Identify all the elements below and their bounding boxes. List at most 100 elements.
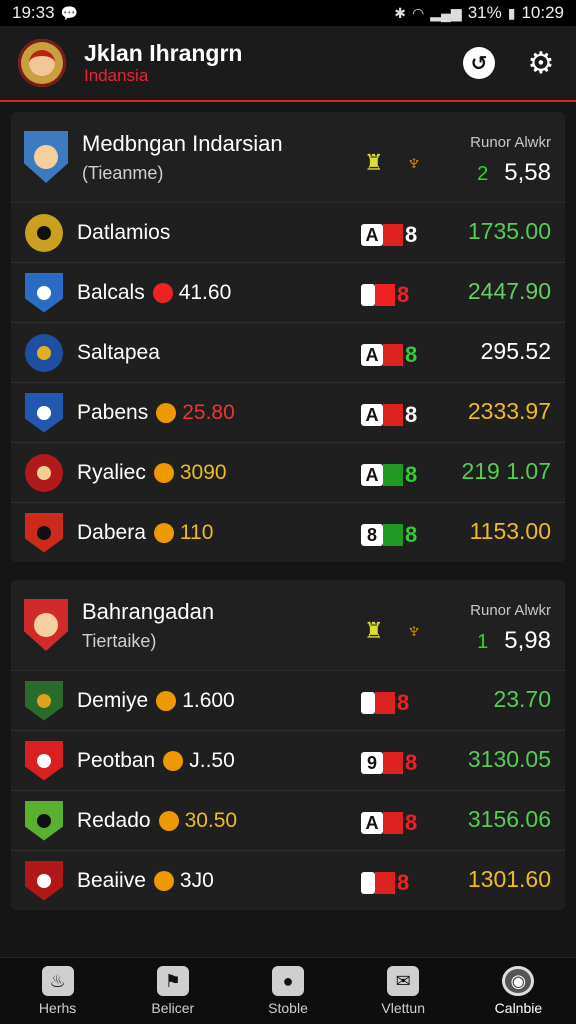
team-score: 2333.97 (467, 398, 551, 424)
form-bar (383, 344, 403, 366)
form-bar (375, 692, 395, 714)
nav-item-inbox[interactable]: ✉ Vlettun (346, 958, 461, 1024)
team-score: 219 1.07 (461, 458, 551, 484)
team-odds: 41.60 (178, 280, 232, 304)
team-badge-icon (25, 453, 63, 492)
team-row[interactable]: Pabens 25.80 A 8 2333.97 (11, 383, 565, 443)
team-name: Balcals (77, 280, 145, 304)
league-crest-icon (24, 599, 68, 651)
league-value: 1 5,98 (470, 627, 551, 655)
team-row[interactable]: Peotban J..50 9 8 3130.05 (11, 731, 565, 791)
league-caption: Runor Alwkr (470, 134, 551, 151)
team-odds: 3J0 (179, 868, 214, 892)
team-name: Ryaliec (77, 460, 146, 484)
form-bar (383, 404, 403, 426)
team-odds: 25.80 (182, 400, 235, 424)
team-badge-icon (25, 860, 63, 901)
team-badge-icon (25, 680, 63, 721)
team-form: 9 8 (361, 750, 417, 776)
team-form: 8 (361, 690, 409, 716)
odds-indicator-icon (152, 282, 173, 303)
team-badge-icon (25, 800, 63, 841)
form-number: 8 (405, 402, 418, 427)
gear-icon: ⚙ (527, 46, 555, 80)
settings-button[interactable]: ⚙ (524, 46, 558, 80)
team-score: 1735.00 (467, 218, 551, 244)
cup-icon: ♆ (405, 618, 423, 643)
search-icon: ↺ (463, 47, 495, 79)
nav-label: Calnbie (494, 1000, 543, 1016)
team-badge-icon (25, 392, 63, 433)
form-symbol (361, 284, 375, 306)
app-title: Jklan Ihrangrn (84, 40, 243, 66)
league-crest-icon (24, 131, 68, 183)
form-number: 8 (397, 690, 410, 715)
search-button[interactable]: ↺ (462, 46, 496, 80)
team-row[interactable]: Datlamios A 8 1735.00 (11, 203, 565, 263)
team-badge-icon (25, 740, 63, 781)
team-row[interactable]: Beaiive 3J0 8 1301.60 (11, 851, 565, 910)
status-time-left: 19:33 (12, 3, 55, 22)
status-time-right: 10:29 (521, 3, 564, 22)
nav-item-fire[interactable]: ♨ Herhs (0, 958, 115, 1024)
team-row[interactable]: Balcals 41.60 8 2447.90 (11, 263, 565, 323)
form-bar (375, 872, 395, 894)
form-number: 8 (397, 870, 410, 895)
odds-indicator-icon (163, 750, 184, 771)
team-score: 23.70 (493, 686, 551, 712)
league-value-number: 5,58 (504, 159, 551, 186)
league-header[interactable]: Medbngan Indarsian (Tieanme) ♜ ♆ Runor A… (11, 112, 565, 203)
team-name: Beaiive (77, 868, 146, 892)
team-row[interactable]: Demiye 1.600 8 23.70 (11, 671, 565, 731)
team-row[interactable]: Dabera 110 8 8 1153.00 (11, 503, 565, 562)
team-odds: 3090 (179, 460, 227, 484)
form-symbol: A (361, 344, 383, 366)
team-form: A 8 (361, 222, 417, 248)
league-header[interactable]: Bahrangadan Tiertaike) ♜ ♆ Runor Alwkr 1… (11, 580, 565, 671)
league-prefix: 1 (477, 631, 489, 653)
team-score: 1301.60 (467, 866, 551, 892)
nav-item-ball[interactable]: ● Stoble (230, 958, 345, 1024)
nav-item-profile[interactable]: ◉ Calnbie (461, 958, 576, 1024)
league-prefix: 2 (477, 163, 489, 185)
team-badge-icon (25, 333, 63, 372)
form-number: 8 (405, 462, 418, 487)
team-form: A 8 (361, 402, 417, 428)
form-bar (383, 464, 403, 486)
team-form: A 8 (361, 810, 417, 836)
bottom-nav: ♨ Herhs ⚑ Belicer ● Stoble ✉ Vlettun ◉ Calnb… (0, 957, 576, 1024)
standings-list[interactable]: Medbngan Indarsian (Tieanme) ♜ ♆ Runor A… (0, 102, 576, 958)
odds-indicator-icon (153, 522, 174, 543)
odds-indicator-icon (153, 870, 174, 891)
flag-icon: ⚑ (156, 966, 189, 996)
team-score: 3130.05 (467, 746, 551, 772)
league-value: 2 5,58 (470, 159, 551, 187)
form-number: 8 (405, 222, 418, 247)
form-symbol: 9 (361, 752, 383, 774)
odds-indicator-icon (158, 810, 179, 831)
league-subtitle: (Tieanme) (82, 162, 164, 183)
team-form: 8 (361, 282, 409, 308)
team-row[interactable]: Redado 30.50 A 8 3156.06 (11, 791, 565, 851)
form-bar (383, 812, 403, 834)
nav-label: Vlettun (381, 1000, 425, 1016)
form-bar (383, 752, 403, 774)
app-subtitle: Indansia (84, 66, 149, 85)
form-symbol (361, 692, 375, 714)
league-section: Bahrangadan Tiertaike) ♜ ♆ Runor Alwkr 1… (11, 580, 565, 910)
team-odds: 30.50 (184, 808, 238, 832)
odds-indicator-icon (156, 690, 177, 711)
team-row[interactable]: Ryaliec 3090 A 8 219 1.07 (11, 443, 565, 503)
wifi-icon: ◠ (412, 4, 425, 21)
league-subtitle: Tiertaike) (82, 630, 157, 651)
nav-item-flag[interactable]: ⚑ Belicer (115, 958, 230, 1024)
bluetooth-icon: ✱ (394, 4, 407, 21)
inbox-icon: ✉ (387, 966, 420, 996)
cup-icon: ♆ (405, 150, 423, 175)
message-icon: 💬 (60, 4, 78, 21)
team-row[interactable]: Saltapea A 8 295.52 (11, 323, 565, 383)
team-badge-icon (25, 512, 63, 553)
league-title: Bahrangadan (82, 598, 215, 624)
status-bar: 19:33 💬 ✱ ◠ ▂▄▆ 31% ▮ 10:29 (0, 0, 576, 26)
form-number: 8 (405, 342, 418, 367)
